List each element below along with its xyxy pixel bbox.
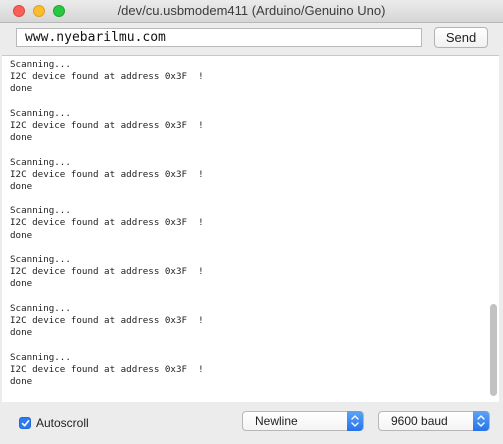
- send-row: Send: [0, 22, 503, 54]
- serial-output-line: done: [10, 327, 33, 339]
- bottom-bar: Autoscroll Newline 9600 baud: [0, 402, 503, 444]
- serial-output-line: done: [10, 229, 33, 241]
- baud-rate-value: 9600 baud: [391, 414, 448, 428]
- serial-output-line: Scanning...: [10, 302, 71, 314]
- serial-output-line: I2C device found at address 0x3F !: [10, 314, 204, 326]
- serial-output-line: done: [10, 278, 33, 290]
- serial-output-line: I2C device found at address 0x3F !: [10, 71, 204, 83]
- scrollbar-thumb[interactable]: [490, 304, 497, 396]
- serial-output-line: Scanning...: [10, 59, 71, 70]
- serial-output-line: done: [10, 132, 33, 144]
- autoscroll-checkbox[interactable]: [19, 417, 31, 429]
- serial-output-line: done: [10, 83, 33, 95]
- serial-output-line: I2C device found at address 0x3F !: [10, 266, 204, 278]
- serial-output-line: [10, 242, 204, 254]
- serial-output-line: I2C device found at address 0x3F !: [10, 168, 204, 180]
- window-title: /dev/cu.usbmodem411 (Arduino/Genuino Uno…: [117, 3, 386, 18]
- line-ending-select[interactable]: Newline: [242, 411, 364, 431]
- select-stepper-icon: [347, 411, 363, 431]
- serial-output-line: Scanning...: [10, 351, 71, 363]
- serial-send-input[interactable]: [16, 28, 422, 47]
- serial-output-line: I2C device found at address 0x3F !: [10, 119, 204, 131]
- serial-output-log: Scanning... I2C device found at address 0…: [10, 59, 204, 388]
- autoscroll-toggle[interactable]: Autoscroll: [19, 416, 89, 430]
- send-button[interactable]: Send: [434, 27, 488, 48]
- serial-output-line: Scanning...: [10, 107, 71, 119]
- checkmark-icon: [21, 420, 30, 427]
- serial-output-line: [10, 144, 204, 156]
- line-ending-value: Newline: [255, 414, 298, 428]
- serial-monitor-window: /dev/cu.usbmodem411 (Arduino/Genuino Uno…: [0, 0, 503, 444]
- vertical-scrollbar[interactable]: [490, 58, 497, 398]
- autoscroll-label: Autoscroll: [36, 416, 89, 430]
- serial-output-line: done: [10, 180, 33, 192]
- serial-output-line: I2C device found at address 0x3F !: [10, 217, 204, 229]
- serial-output-line: [10, 291, 204, 303]
- serial-output-line: Scanning...: [10, 254, 71, 265]
- serial-output-line: [10, 193, 204, 205]
- serial-output-line: Scanning...: [10, 205, 71, 217]
- serial-output-line: done: [10, 375, 33, 387]
- serial-output-line: I2C device found at address 0x3F !: [10, 363, 204, 375]
- serial-output-line: Scanning...: [10, 156, 71, 168]
- select-stepper-icon: [473, 411, 489, 431]
- serial-output-panel[interactable]: Scanning... I2C device found at address 0…: [2, 55, 499, 403]
- title-bar: /dev/cu.usbmodem411 (Arduino/Genuino Uno…: [0, 0, 503, 23]
- serial-output-line: [10, 96, 204, 108]
- baud-rate-select[interactable]: 9600 baud: [378, 411, 490, 431]
- serial-output-line: [10, 339, 204, 351]
